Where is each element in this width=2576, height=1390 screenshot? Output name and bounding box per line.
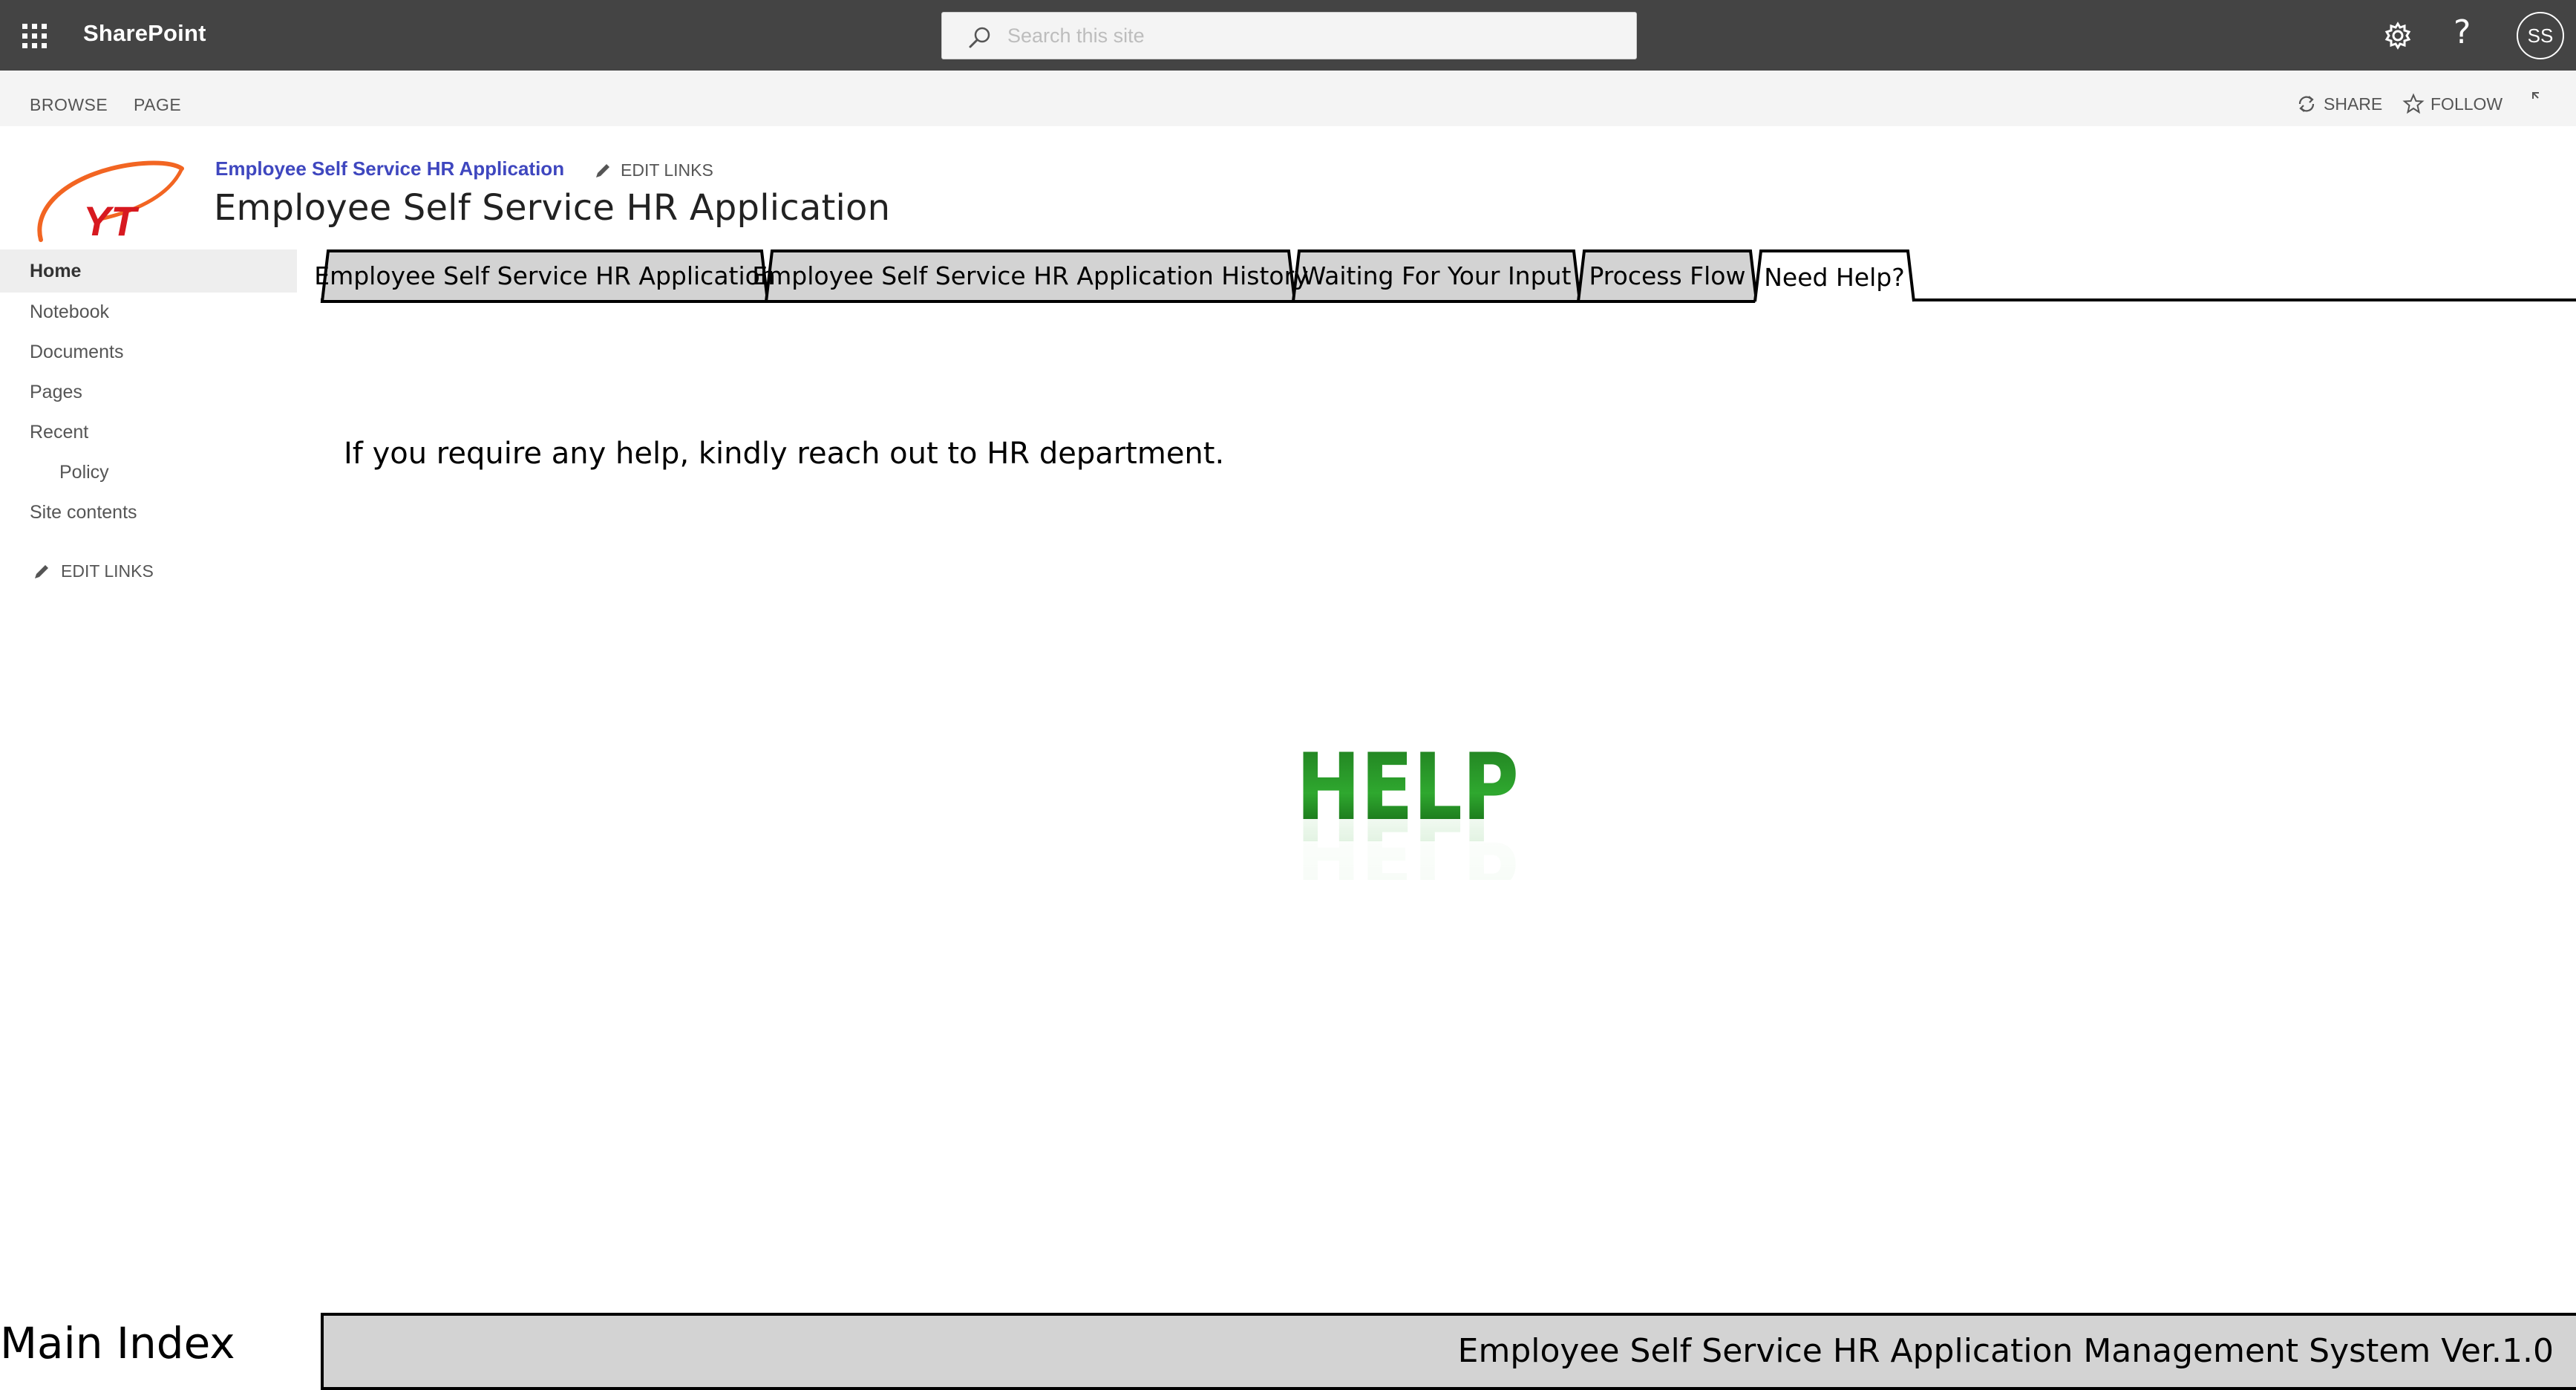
site-logo[interactable]: YT (30, 152, 189, 249)
follow-label: FOLLOW (2430, 94, 2503, 114)
search-icon[interactable] (964, 23, 994, 53)
focus-mode-icon[interactable] (2530, 90, 2549, 109)
tab-label: Process Flow (1589, 261, 1746, 290)
ribbon-tab-page[interactable]: PAGE (134, 95, 181, 115)
gear-icon[interactable] (2380, 18, 2416, 53)
follow-button[interactable]: FOLLOW (2402, 93, 2503, 115)
tab-employee-self-service[interactable]: Employee Self Service HR Application (314, 249, 776, 303)
site-breadcrumb-link[interactable]: Employee Self Service HR Application (215, 157, 564, 180)
suite-bar: SharePoint ? SS (0, 0, 2576, 71)
search-box[interactable] (941, 12, 1637, 59)
tab-label: Waiting For Your Input (1301, 261, 1572, 290)
share-label: SHARE (2324, 94, 2383, 114)
nav-item-documents[interactable]: Documents (30, 342, 123, 363)
app-launcher-icon[interactable] (22, 24, 48, 49)
nav-item-notebook[interactable]: Notebook (30, 301, 109, 323)
search-input[interactable] (1006, 13, 1615, 59)
page-title: Employee Self Service HR Application (214, 187, 891, 229)
brand-name[interactable]: SharePoint (83, 20, 206, 47)
header-edit-links[interactable]: EDIT LINKS (594, 160, 713, 180)
tab-application-history[interactable]: Employee Self Service HR Application His… (752, 249, 1309, 303)
help-graphic: HELP HELP (1292, 734, 1544, 880)
nav-item-policy[interactable]: Policy (59, 462, 109, 483)
footer-system-label: Employee Self Service HR Application Man… (1457, 1332, 2554, 1370)
header-edit-links-label: EDIT LINKS (621, 160, 713, 180)
avatar[interactable]: SS (2517, 12, 2564, 59)
pencil-icon (35, 564, 48, 578)
tab-waiting-for-input[interactable]: Waiting For Your Input (1291, 249, 1582, 303)
ribbon-tab-browse[interactable]: BROWSE (30, 95, 108, 115)
share-button[interactable]: SHARE (2295, 93, 2382, 115)
ribbon: BROWSE PAGE SHARE FOLLOW (0, 71, 2576, 126)
tab-label: Need Help? (1764, 262, 1905, 292)
help-icon[interactable]: ? (2454, 13, 2471, 51)
tab-need-help[interactable]: Need Help? (1753, 249, 1915, 304)
nav-item-recent: Recent (30, 422, 89, 443)
help-message: If you require any help, kindly reach ou… (344, 437, 1225, 471)
nav-item-home[interactable]: Home (30, 261, 81, 282)
logo-text: YT (83, 198, 140, 244)
tab-label: Employee Self Service HR Application (314, 261, 776, 290)
tab-process-flow[interactable]: Process Flow (1576, 249, 1759, 303)
footer-bar: Employee Self Service HR Application Man… (321, 1313, 2576, 1390)
nav-edit-links-label: EDIT LINKS (61, 561, 154, 581)
star-icon (2402, 93, 2425, 114)
nav-item-pages[interactable]: Pages (30, 382, 82, 403)
tab-label: Employee Self Service HR Application His… (752, 261, 1309, 290)
footer-title: Main Index (0, 1318, 235, 1368)
nav-edit-links[interactable]: EDIT LINKS (33, 561, 154, 581)
pencil-icon (596, 163, 609, 177)
share-icon (2298, 96, 2315, 112)
nav-item-site-contents[interactable]: Site contents (30, 502, 137, 523)
